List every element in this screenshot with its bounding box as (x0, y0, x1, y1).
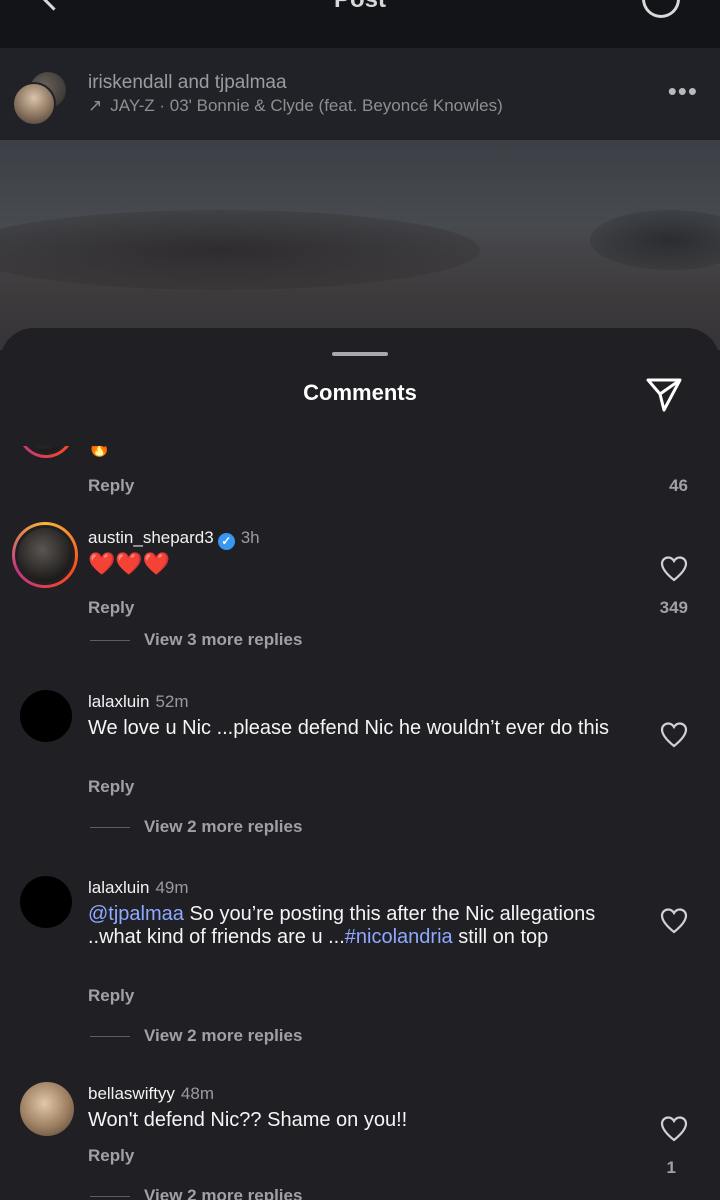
comment-text: @tjpalmaa So you’re posting this after t… (88, 903, 648, 949)
music-label: JAY-Z · 03' Bonnie & Clyde (feat. Beyonc… (110, 96, 503, 115)
comment-text-part: still on top (452, 926, 549, 948)
avatar (12, 82, 56, 126)
sheet-header: Comments (0, 328, 720, 446)
verified-badge-icon: ✓ (217, 533, 235, 550)
comment-username[interactable]: austin_shepard3 ✓ 3h (88, 528, 260, 550)
top-nav-bar: Post (0, 0, 720, 48)
sheet-title: Comments (303, 380, 417, 405)
view-more-label: View 2 more replies (144, 1026, 303, 1045)
heart-icon[interactable] (660, 908, 688, 934)
view-more-label: View 2 more replies (144, 1186, 303, 1200)
send-icon[interactable] (644, 374, 684, 414)
divider (90, 640, 130, 642)
view-more-label: View 2 more replies (144, 817, 303, 836)
reply-button[interactable]: Reply (88, 476, 134, 496)
cloud-shape (590, 210, 720, 270)
collab-avatars[interactable] (12, 70, 68, 126)
reply-button[interactable]: Reply (88, 1146, 134, 1166)
avatar-image (15, 525, 75, 585)
divider (90, 1196, 130, 1198)
like-count: 1 (666, 1158, 676, 1177)
comment-time: 3h (240, 528, 260, 547)
view-more-replies[interactable]: View 3 more replies (90, 630, 302, 650)
comment-text: ❤️❤️❤️ (88, 551, 171, 576)
username[interactable]: lalaxluin (88, 878, 149, 897)
mention-link[interactable]: @tjpalmaa (88, 903, 184, 925)
comment-username[interactable]: bellaswiftyy 48m (88, 1084, 214, 1104)
comment-text: We love u Nic ...please defend Nic he wo… (88, 717, 610, 739)
comment-time: 52m (155, 692, 189, 711)
post-authors[interactable]: iriskendall and tjpalmaa (88, 72, 287, 94)
view-more-replies[interactable]: View 2 more replies (90, 1026, 302, 1046)
avatar[interactable] (20, 690, 72, 742)
view-more-replies[interactable]: View 2 more replies (90, 817, 302, 837)
username[interactable]: bellaswiftyy (88, 1084, 175, 1103)
reply-button[interactable]: Reply (88, 598, 134, 618)
more-options-icon[interactable]: ••• (668, 76, 698, 107)
heart-icon[interactable] (660, 722, 688, 748)
divider (90, 1036, 130, 1038)
heart-icon[interactable] (660, 556, 688, 582)
divider (90, 827, 130, 829)
hashtag-link[interactable]: #nicolandria (345, 926, 453, 948)
comment-time: 48m (180, 1084, 214, 1103)
comment-text: Won't defend Nic?? Shame on you!! (88, 1109, 408, 1131)
cloud-shape (0, 210, 480, 290)
view-more-replies[interactable]: View 2 more replies (90, 1186, 302, 1200)
page-title: Post (0, 0, 720, 14)
comment-time: 49m (155, 878, 189, 897)
music-attribution[interactable]: ↗ JAY-Z · 03' Bonnie & Clyde (feat. Beyon… (88, 96, 503, 116)
arrow-up-right-icon: ↗ (88, 96, 103, 115)
heart-icon[interactable] (660, 1116, 688, 1142)
drag-handle[interactable] (332, 352, 388, 356)
avatar[interactable] (12, 522, 78, 588)
reply-button[interactable]: Reply (88, 777, 134, 797)
username[interactable]: austin_shepard3 (88, 528, 214, 547)
comments-sheet: 🔥 Reply 46 austin_shepard3 ✓ 3h ❤️❤️❤️ Rep… (0, 328, 720, 1200)
avatar[interactable] (20, 876, 72, 928)
view-more-label: View 3 more replies (144, 630, 303, 649)
username[interactable]: lalaxluin (88, 692, 149, 711)
reply-button[interactable]: Reply (88, 986, 134, 1006)
comment-username[interactable]: lalaxluin 49m (88, 878, 189, 898)
post-image (0, 140, 720, 350)
avatar[interactable] (20, 1082, 74, 1136)
like-count: 46 (669, 476, 688, 495)
comment-username[interactable]: lalaxluin 52m (88, 692, 189, 712)
refresh-icon[interactable] (642, 0, 680, 18)
post-header: iriskendall and tjpalmaa ↗ JAY-Z · 03' Bo… (0, 48, 720, 140)
like-count: 349 (659, 598, 688, 617)
